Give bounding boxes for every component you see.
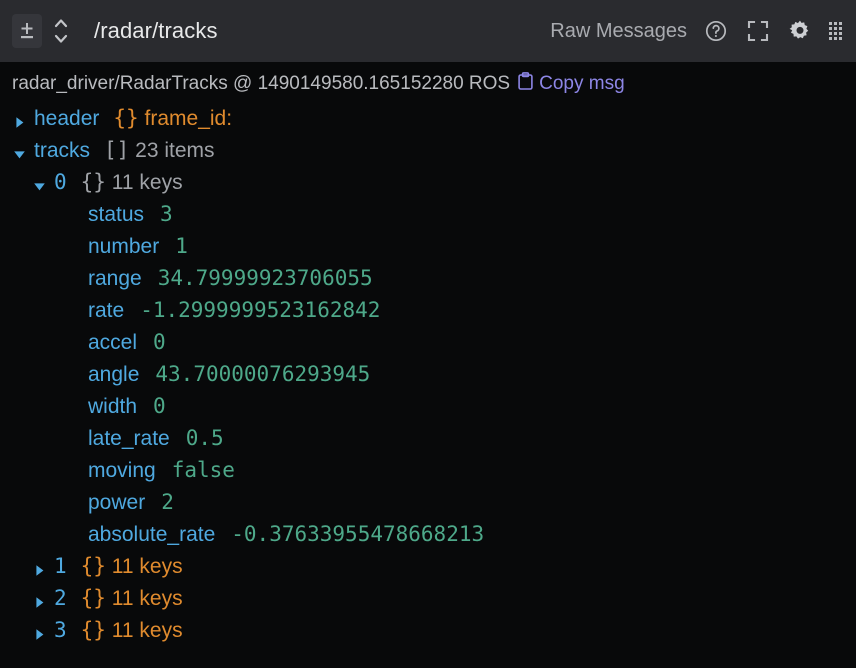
message-meta-bar: radar_driver/RadarTracks @ 1490149580.16… [0, 62, 856, 104]
tree-brace-glyph: {} [81, 170, 106, 194]
tree-key-label: status [88, 203, 144, 227]
tree-value: 1 [175, 234, 188, 258]
tree-value: 0 [153, 394, 166, 418]
panel-type-label: Raw Messages [550, 20, 687, 43]
tree-value: 3 [160, 202, 173, 226]
tree-value: false [172, 458, 235, 482]
tree-node-row-0[interactable]: 0 {} 11 keys [0, 170, 856, 202]
triangle-right-icon[interactable] [12, 115, 34, 130]
tree-key-label: width [88, 395, 137, 419]
toolbar-right-group: Raw Messages [550, 18, 842, 44]
tree-type-summary: {} 11 keys [81, 170, 183, 195]
page-title: /radar/tracks [94, 18, 218, 44]
tree-leaf-row[interactable]: angle 43.70000076293945 [0, 362, 856, 394]
tree-summary-text: frame_id: [139, 107, 232, 130]
tree-leaf-row[interactable]: number 1 [0, 234, 856, 266]
help-circle-icon[interactable] [703, 18, 729, 44]
tree-key-label: angle [88, 363, 139, 387]
message-meta-text: radar_driver/RadarTracks @ 1490149580.16… [12, 73, 510, 95]
copy-msg-button[interactable]: Copy msg [518, 72, 625, 96]
drag-handle-icon[interactable] [829, 22, 842, 40]
fullscreen-icon[interactable] [745, 18, 771, 44]
tree-node-row-2[interactable]: 2 {} 11 keys [0, 586, 856, 618]
tree-leaf-row[interactable]: status 3 [0, 202, 856, 234]
tree-leaf-row[interactable]: rate -1.2999999523162842 [0, 298, 856, 330]
tree-leaf-row[interactable]: range 34.79999923706055 [0, 266, 856, 298]
tree-leaf-row[interactable]: power 2 [0, 490, 856, 522]
tree-type-summary: {} 11 keys [81, 618, 183, 643]
tree-value: -0.37633955478668213 [231, 522, 484, 546]
tree-brace-glyph: [] [104, 138, 129, 162]
tree-leaf-row[interactable]: moving false [0, 458, 856, 490]
tree-type-summary: {} 11 keys [81, 586, 183, 611]
tree-brace-glyph: {} [81, 554, 106, 578]
tree-value: 34.79999923706055 [158, 266, 373, 290]
tree-array-index: 0 [54, 170, 67, 194]
tree-node-row-1[interactable]: 1 {} 11 keys [0, 554, 856, 586]
triangle-down-icon[interactable] [32, 179, 54, 194]
gear-icon[interactable] [787, 18, 813, 44]
tree-value: 0 [153, 330, 166, 354]
tree-summary-text: 11 keys [106, 619, 183, 642]
tree-array-index: 3 [54, 618, 67, 642]
tree-node-row-header[interactable]: header {} frame_id: [0, 106, 856, 138]
tree-summary-text: 11 keys [106, 587, 183, 610]
toolbar-left-group: /radar/tracks [12, 13, 218, 49]
tree-type-summary: {} 11 keys [81, 554, 183, 579]
chevron-up-down-icon[interactable] [48, 13, 74, 49]
tree-leaf-row[interactable]: absolute_rate -0.37633955478668213 [0, 522, 856, 554]
tree-brace-glyph: {} [113, 106, 138, 130]
tree-leaf-row[interactable]: width 0 [0, 394, 856, 426]
tree-key-label: header [34, 107, 99, 131]
tree-summary-text: 11 keys [106, 555, 183, 578]
tree-summary-text: 23 items [129, 139, 214, 162]
triangle-right-icon[interactable] [32, 595, 54, 610]
tree-type-summary: [] 23 items [104, 138, 215, 163]
tree-key-label: power [88, 491, 145, 515]
tree-type-summary: {} frame_id: [113, 106, 232, 131]
tree-value: 0.5 [186, 426, 224, 450]
message-tree: header {} frame_id:tracks [] 23 items 0 {} 1… [0, 104, 856, 650]
tree-leaf-row[interactable]: late_rate 0.5 [0, 426, 856, 458]
tree-value: 2 [161, 490, 174, 514]
clipboard-icon [518, 72, 533, 96]
tree-value: -1.2999999523162842 [140, 298, 380, 322]
tree-key-label: late_rate [88, 427, 170, 451]
tree-key-label: number [88, 235, 159, 259]
tree-array-index: 2 [54, 586, 67, 610]
tree-key-label: accel [88, 331, 137, 355]
tree-key-label: tracks [34, 139, 90, 163]
tree-array-index: 1 [54, 554, 67, 578]
tree-key-label: absolute_rate [88, 523, 215, 547]
tree-key-label: range [88, 267, 142, 291]
triangle-right-icon[interactable] [32, 627, 54, 642]
panel-toolbar: /radar/tracks Raw Messages [0, 0, 856, 62]
tree-value: 43.70000076293945 [155, 362, 370, 386]
copy-msg-label: Copy msg [539, 73, 625, 95]
triangle-right-icon[interactable] [32, 563, 54, 578]
tree-brace-glyph: {} [81, 618, 106, 642]
plus-minus-icon[interactable] [12, 14, 42, 48]
tree-leaf-row[interactable]: accel 0 [0, 330, 856, 362]
tree-key-label: moving [88, 459, 156, 483]
triangle-down-icon[interactable] [12, 147, 34, 162]
tree-brace-glyph: {} [81, 586, 106, 610]
tree-summary-text: 11 keys [106, 171, 183, 194]
tree-node-row-3[interactable]: 3 {} 11 keys [0, 618, 856, 650]
tree-key-label: rate [88, 299, 124, 323]
tree-node-row-tracks[interactable]: tracks [] 23 items [0, 138, 856, 170]
